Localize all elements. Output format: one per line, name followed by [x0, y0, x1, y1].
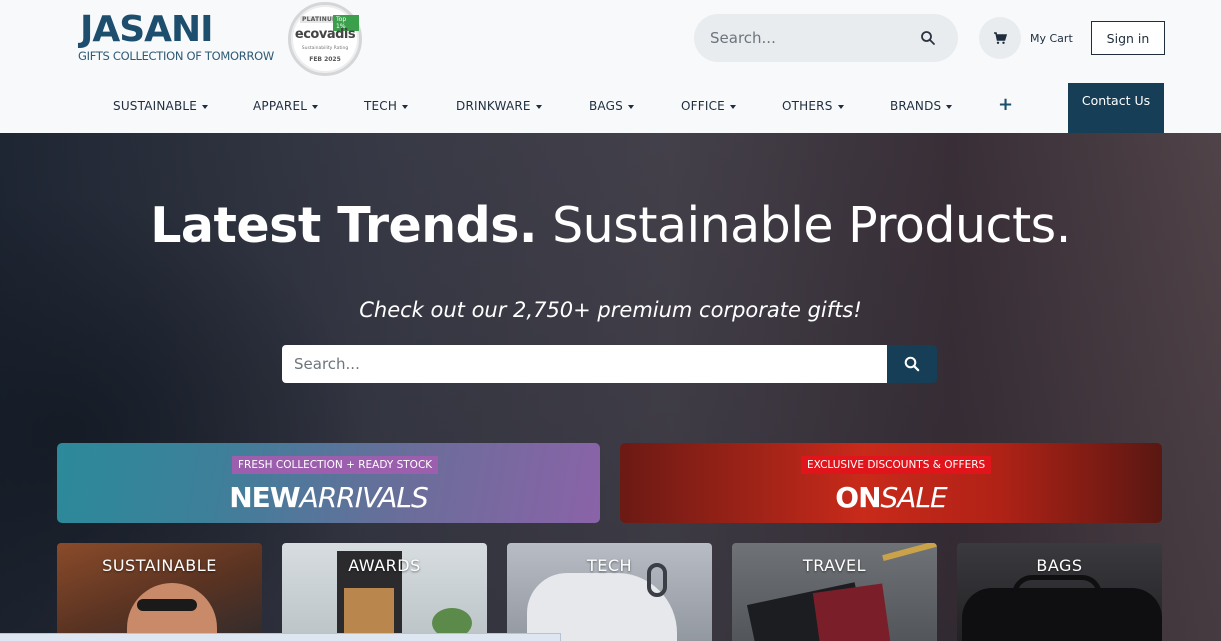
nav-item-label: BRANDS [890, 99, 942, 113]
hero-title-strong: Latest Trends. [150, 197, 537, 254]
nav-item-label: OFFICE [681, 99, 725, 113]
brand-logo[interactable]: JASANI GIFTS COLLECTION OF TOMORROW [78, 9, 274, 66]
ecovadis-badge: PLATINUM Top 1% ecovadis Sustainability … [288, 2, 362, 76]
header-search [694, 14, 958, 62]
nav-item-brands[interactable]: BRANDS [890, 99, 953, 113]
nav-item-others[interactable]: OTHERS [782, 99, 844, 113]
cart-button[interactable] [979, 17, 1021, 59]
cart-label[interactable]: My Cart [1030, 32, 1073, 45]
promo-title-bold: ON [835, 481, 881, 514]
category-label: BAGS [1036, 556, 1083, 575]
nav-item-bags[interactable]: BAGS [589, 99, 634, 113]
category-card-tech[interactable]: TECH [507, 543, 712, 641]
caret-down-icon [312, 104, 319, 109]
nav-item-sustainable[interactable]: SUSTAINABLE [113, 99, 209, 113]
promo-title: NEWARRIVALS [57, 481, 600, 514]
search-icon [904, 356, 920, 372]
category-label: AWARDS [348, 556, 421, 575]
hero-subtitle: Check out our 2,750+ premium corporate g… [359, 298, 862, 322]
promo-title-bold: NEW [229, 481, 300, 514]
plus-icon[interactable]: + [998, 94, 1013, 115]
promo-title-italic: ARRIVALS [299, 481, 429, 514]
nav-item-label: SUSTAINABLE [113, 99, 198, 113]
nav-item-office[interactable]: OFFICE [681, 99, 736, 113]
on-sale-banner[interactable]: EXCLUSIVE DISCOUNTS & OFFERS ONSALE [620, 443, 1162, 523]
promo-tag: FRESH COLLECTION + READY STOCK [232, 456, 439, 474]
badge-name: ecovadis [294, 27, 356, 42]
nav-item-apparel[interactable]: APPAREL [253, 99, 319, 113]
category-card-travel[interactable]: TRAVEL [732, 543, 937, 641]
category-label: TECH [586, 556, 633, 575]
sign-in-button[interactable]: Sign in [1091, 21, 1165, 55]
category-card-bags[interactable]: BAGS [957, 543, 1162, 641]
brand-tagline: GIFTS COLLECTION OF TOMORROW [78, 49, 274, 63]
category-card-awards[interactable]: AWARDS [282, 543, 487, 641]
category-label: SUSTAINABLE [102, 556, 217, 575]
nav-item-drinkware[interactable]: DRINKWARE [456, 99, 542, 113]
site-header: JASANI GIFTS COLLECTION OF TOMORROW PLAT… [0, 0, 1221, 133]
category-label: TRAVEL [802, 556, 867, 575]
contact-us-button[interactable]: Contact Us [1068, 83, 1164, 133]
caret-down-icon [946, 104, 953, 109]
category-card-sustainable[interactable]: SUSTAINABLE [57, 543, 262, 641]
passport-shape [812, 583, 892, 641]
nav-item-label: BAGS [589, 99, 623, 113]
promo-title-italic: SALE [880, 481, 948, 514]
caret-down-icon [202, 104, 209, 109]
new-arrivals-banner[interactable]: FRESH COLLECTION + READY STOCK NEWARRIVA… [57, 443, 600, 523]
promo-title: ONSALE [620, 481, 1162, 514]
hero-search-input[interactable] [282, 345, 887, 383]
hero-search-button[interactable] [887, 345, 937, 383]
caret-down-icon [535, 104, 542, 109]
nav-item-tech[interactable]: TECH [364, 99, 409, 113]
caret-down-icon [627, 104, 634, 109]
nav-item-label: DRINKWARE [456, 99, 531, 113]
sunglasses-shape [137, 599, 197, 611]
nav-item-label: OTHERS [782, 99, 833, 113]
header-search-input[interactable] [710, 26, 910, 50]
hero-title-light: Sustainable Products. [552, 197, 1071, 254]
badge-rating: Sustainability Rating [301, 46, 349, 51]
hero-search [282, 345, 937, 383]
hero-section: Latest Trends. Sustainable Products. Che… [0, 133, 1221, 641]
caret-down-icon [837, 104, 844, 109]
brand-name: JASANI [80, 9, 214, 50]
bag-handle-shape [1012, 575, 1102, 605]
badge-date: FEB 2025 [309, 56, 341, 63]
promo-tag: EXCLUSIVE DISCOUNTS & OFFERS [801, 456, 992, 474]
nav-item-label: APPAREL [253, 99, 308, 113]
caret-down-icon [402, 104, 409, 109]
browser-status-bar [0, 633, 561, 641]
search-icon[interactable] [920, 30, 936, 46]
nav-item-label: TECH [364, 99, 398, 113]
hero-title: Latest Trends. Sustainable Products. [0, 197, 1221, 254]
caret-down-icon [729, 104, 736, 109]
